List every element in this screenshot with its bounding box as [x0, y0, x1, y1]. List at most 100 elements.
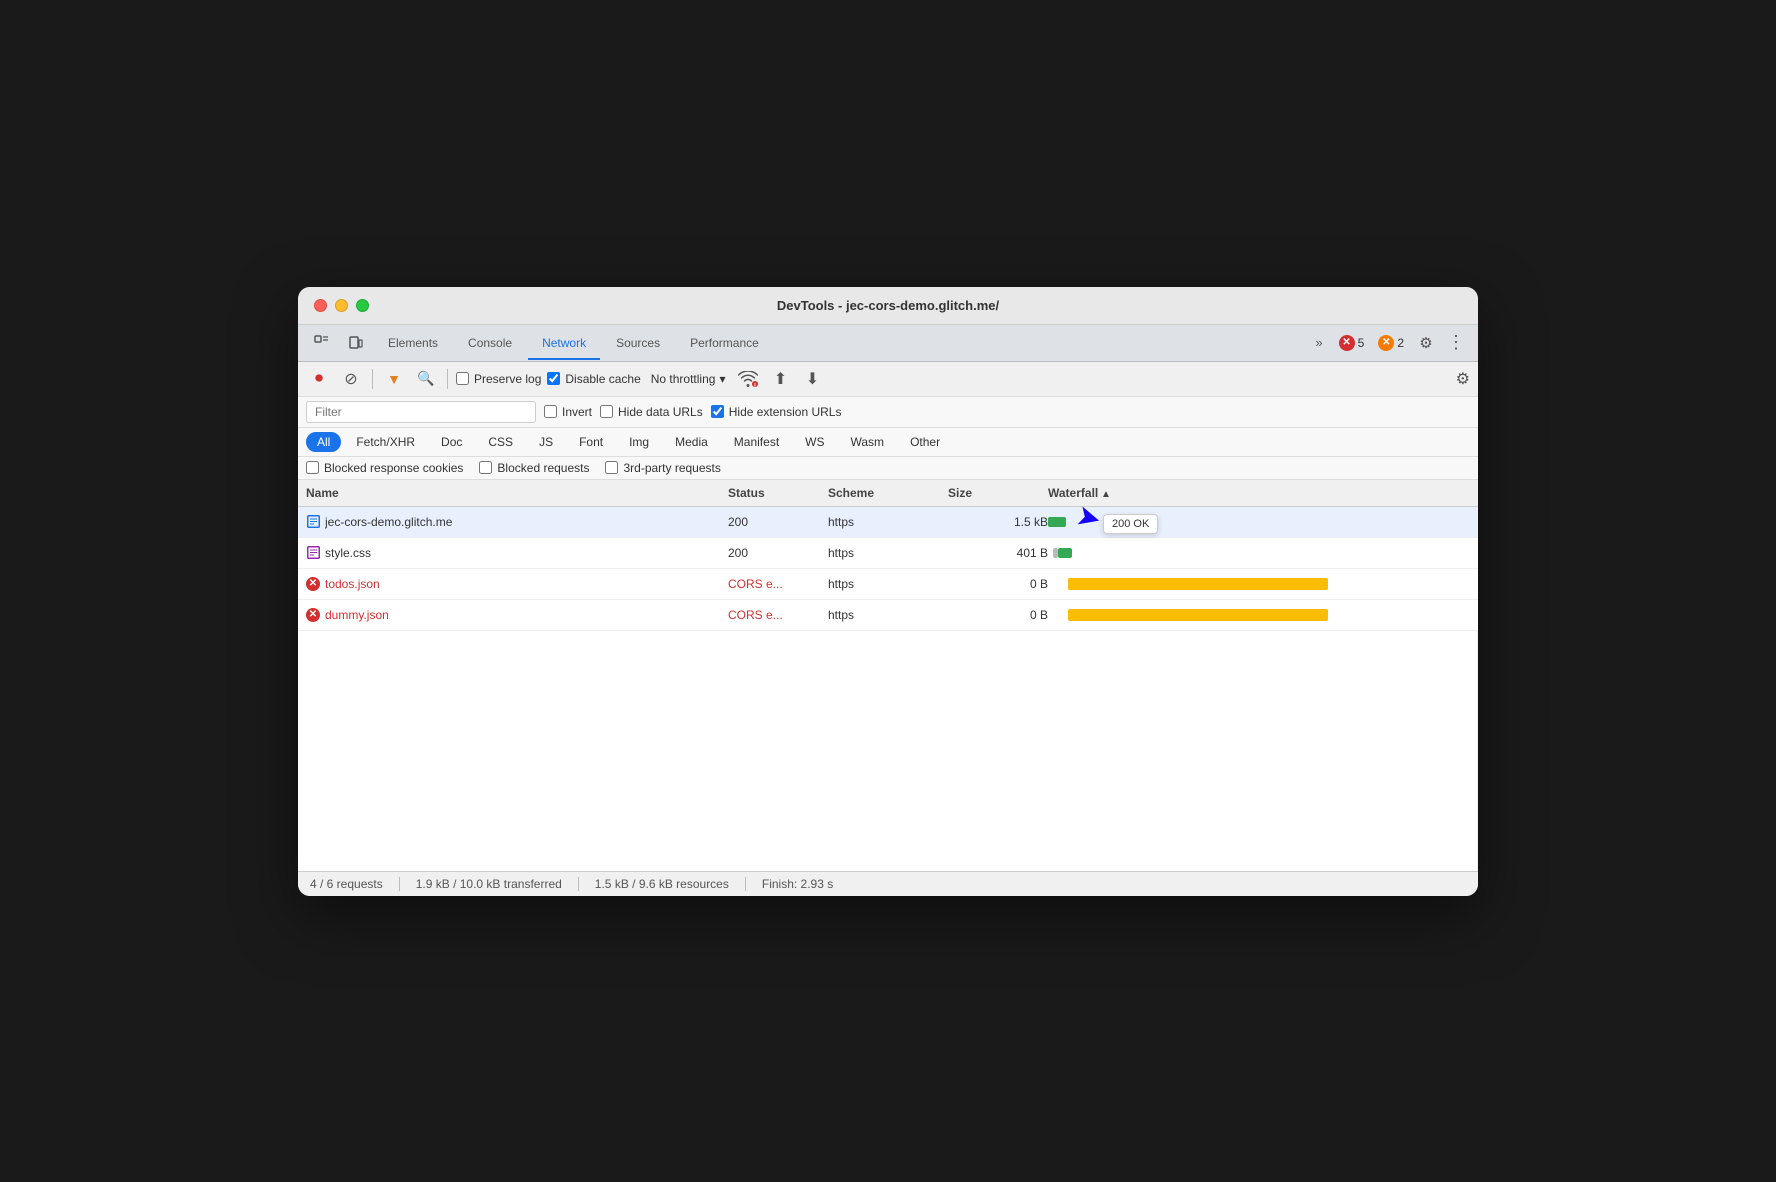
disable-cache-checkbox[interactable]: Disable cache	[547, 372, 640, 386]
maximize-button[interactable]	[356, 299, 369, 312]
col-scheme[interactable]: Scheme	[828, 486, 948, 500]
tab-console[interactable]: Console	[454, 328, 526, 360]
download-icon[interactable]: ⬇	[799, 366, 825, 392]
row-size: 0 B	[948, 577, 1048, 591]
type-filter-other[interactable]: Other	[899, 432, 951, 452]
transferred-size: 1.9 kB / 10.0 kB transferred	[416, 877, 562, 891]
tabs-overflow-button[interactable]: »	[1307, 331, 1330, 354]
row-name-text: todos.json	[325, 577, 380, 591]
inspect-element-icon[interactable]	[308, 329, 336, 357]
type-filter-manifest[interactable]: Manifest	[723, 432, 790, 452]
hide-data-urls-label: Hide data URLs	[618, 405, 703, 419]
row-scheme: https	[828, 515, 948, 529]
table-header: Name Status Scheme Size Waterfall	[298, 480, 1478, 507]
type-filter-fetch-xhr[interactable]: Fetch/XHR	[345, 432, 426, 452]
css-icon	[306, 546, 320, 560]
type-filter-font[interactable]: Font	[568, 432, 614, 452]
clear-button[interactable]: ⊘	[338, 366, 364, 392]
hide-extension-urls-checkbox[interactable]: Hide extension URLs	[711, 405, 842, 419]
requests-count: 4 / 6 requests	[310, 877, 383, 891]
row-name-cell: ✕ dummy.json	[306, 608, 728, 622]
row-status: CORS e...	[728, 577, 828, 591]
network-toolbar: ⏺ ⊘ ▼ 🔍 Preserve log Disable cache No th…	[298, 362, 1478, 397]
blocked-requests-label: Blocked requests	[497, 461, 589, 475]
minimize-button[interactable]	[335, 299, 348, 312]
throttle-arrow-icon: ▾	[719, 372, 725, 386]
row-name-cell: style.css	[306, 546, 728, 560]
row-status: 200	[728, 515, 828, 529]
row-scheme: https	[828, 608, 948, 622]
blocked-requests-input[interactable]	[479, 461, 492, 474]
type-filter-bar: All Fetch/XHR Doc CSS JS Font Img Media …	[298, 428, 1478, 457]
status-divider-2	[578, 877, 579, 891]
row-name-text: style.css	[325, 546, 371, 560]
table-row[interactable]: ✕ dummy.json CORS e... https 0 B	[298, 600, 1478, 631]
invert-label: Invert	[562, 405, 592, 419]
type-filter-css[interactable]: CSS	[477, 432, 524, 452]
third-party-requests-label: 3rd-party requests	[623, 461, 720, 475]
devtools-settings-icon[interactable]: ⚙	[1412, 329, 1440, 357]
waterfall-bar-yellow	[1068, 578, 1328, 590]
col-size[interactable]: Size	[948, 486, 1048, 500]
error-icon: ✕	[306, 577, 320, 591]
warning-count: 2	[1397, 336, 1404, 350]
blocked-response-cookies-input[interactable]	[306, 461, 319, 474]
disable-cache-input[interactable]	[547, 372, 560, 385]
row-waterfall: ➤ 200 OK	[1048, 512, 1470, 532]
filter-icon[interactable]: ▼	[381, 366, 407, 392]
invert-checkbox[interactable]: Invert	[544, 405, 592, 419]
table-row[interactable]: jec-cors-demo.glitch.me 200 https 1.5 kB…	[298, 507, 1478, 538]
preserve-log-input[interactable]	[456, 372, 469, 385]
titlebar: DevTools - jec-cors-demo.glitch.me/	[298, 287, 1478, 325]
tooltip: 200 OK	[1103, 514, 1158, 534]
status-divider-1	[399, 877, 400, 891]
type-filter-all[interactable]: All	[306, 432, 341, 452]
type-filter-img[interactable]: Img	[618, 432, 660, 452]
type-filter-js[interactable]: JS	[528, 432, 564, 452]
device-toolbar-icon[interactable]	[342, 329, 370, 357]
row-waterfall	[1048, 543, 1470, 563]
row-size: 1.5 kB	[948, 515, 1048, 529]
blocked-requests-checkbox[interactable]: Blocked requests	[479, 461, 589, 475]
tab-sources[interactable]: Sources	[602, 328, 674, 360]
warning-count-badge[interactable]: ✕ 2	[1372, 333, 1410, 353]
type-filter-media[interactable]: Media	[664, 432, 719, 452]
close-button[interactable]	[314, 299, 327, 312]
preserve-log-checkbox[interactable]: Preserve log	[456, 372, 541, 386]
network-table: Name Status Scheme Size Waterfall jec-co…	[298, 480, 1478, 871]
row-size: 401 B	[948, 546, 1048, 560]
throttle-dropdown[interactable]: No throttling ▾	[647, 370, 730, 388]
blocked-response-cookies-checkbox[interactable]: Blocked response cookies	[306, 461, 463, 475]
network-settings-icon[interactable]: ⚙	[1456, 369, 1470, 389]
search-icon[interactable]: 🔍	[413, 366, 439, 392]
record-button[interactable]: ⏺	[306, 366, 332, 392]
wifi-icon[interactable]: !	[735, 366, 761, 392]
hide-extension-urls-label: Hide extension URLs	[729, 405, 842, 419]
devtools-menu-icon[interactable]: ⋮	[1442, 329, 1470, 357]
disable-cache-label: Disable cache	[565, 372, 640, 386]
col-name[interactable]: Name	[306, 486, 728, 500]
type-filter-ws[interactable]: WS	[794, 432, 835, 452]
invert-input[interactable]	[544, 405, 557, 418]
tab-elements[interactable]: Elements	[374, 328, 452, 360]
hide-data-urls-checkbox[interactable]: Hide data URLs	[600, 405, 703, 419]
type-filter-wasm[interactable]: Wasm	[840, 432, 896, 452]
type-filter-doc[interactable]: Doc	[430, 432, 473, 452]
third-party-requests-input[interactable]	[605, 461, 618, 474]
third-party-requests-checkbox[interactable]: 3rd-party requests	[605, 461, 720, 475]
window-title: DevTools - jec-cors-demo.glitch.me/	[777, 298, 999, 313]
row-status: CORS e...	[728, 608, 828, 622]
hide-extension-urls-input[interactable]	[711, 405, 724, 418]
tab-network[interactable]: Network	[528, 328, 600, 360]
hide-data-urls-input[interactable]	[600, 405, 613, 418]
col-waterfall[interactable]: Waterfall	[1048, 486, 1470, 500]
table-row[interactable]: style.css 200 https 401 B	[298, 538, 1478, 569]
filter-input[interactable]	[306, 401, 536, 423]
traffic-lights	[314, 299, 369, 312]
table-row[interactable]: ✕ todos.json CORS e... https 0 B	[298, 569, 1478, 600]
tab-performance[interactable]: Performance	[676, 328, 773, 360]
upload-icon[interactable]: ⬆	[767, 366, 793, 392]
col-status[interactable]: Status	[728, 486, 828, 500]
error-count-badge[interactable]: ✕ 5	[1333, 333, 1371, 353]
error-icon: ✕	[306, 608, 320, 622]
